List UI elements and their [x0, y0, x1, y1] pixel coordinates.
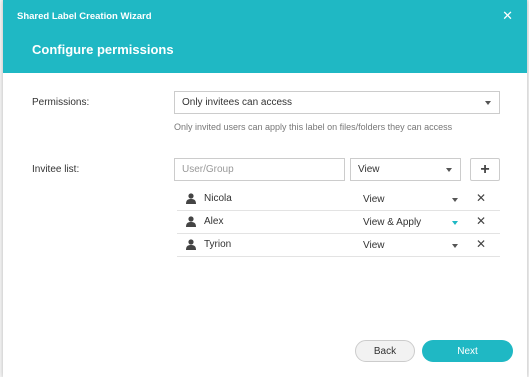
- invitee-row: Nicola View ✕: [177, 187, 500, 211]
- chevron-down-icon[interactable]: [452, 221, 458, 225]
- invitee-name: Tyrion: [204, 239, 232, 250]
- dialog-title: Shared Label Creation Wizard: [17, 11, 152, 22]
- next-button[interactable]: Next: [422, 340, 513, 362]
- permissions-hint: Only invited users can apply this label …: [174, 122, 453, 132]
- invitee-list-label: Invitee list:: [32, 164, 80, 175]
- close-icon[interactable]: ✕: [502, 8, 513, 24]
- invitee-row: Alex View & Apply ✕: [177, 210, 500, 234]
- user-group-input[interactable]: User/Group: [174, 158, 345, 181]
- wizard-dialog: Shared Label Creation Wizard ✕ Configure…: [3, 0, 527, 377]
- invitee-name: Alex: [204, 216, 224, 227]
- user-icon: [186, 193, 196, 204]
- remove-icon[interactable]: ✕: [476, 237, 486, 251]
- chevron-down-icon[interactable]: [452, 198, 458, 202]
- dialog-header: Shared Label Creation Wizard ✕ Configure…: [3, 0, 527, 73]
- permissions-select[interactable]: Only invitees can access: [174, 91, 500, 114]
- user-icon: [186, 239, 196, 250]
- remove-icon[interactable]: ✕: [476, 214, 486, 228]
- user-icon: [186, 216, 196, 227]
- permissions-selected-value: Only invitees can access: [182, 97, 293, 108]
- add-invitee-button[interactable]: +: [470, 158, 500, 181]
- chevron-down-icon: [485, 100, 491, 105]
- permissions-label: Permissions:: [32, 97, 90, 108]
- remove-icon[interactable]: ✕: [476, 191, 486, 205]
- step-title: Configure permissions: [32, 42, 174, 57]
- back-button[interactable]: Back: [355, 340, 415, 362]
- invitee-name: Nicola: [204, 193, 232, 204]
- invitee-permission[interactable]: View: [363, 240, 385, 251]
- new-invitee-permission-select[interactable]: View: [350, 158, 461, 181]
- chevron-down-icon[interactable]: [452, 244, 458, 248]
- new-invitee-permission-value: View: [358, 164, 380, 175]
- user-group-placeholder: User/Group: [182, 164, 234, 175]
- invitee-permission[interactable]: View & Apply: [363, 217, 421, 228]
- plus-icon: +: [480, 160, 490, 178]
- invitee-permission[interactable]: View: [363, 194, 385, 205]
- invitee-row: Tyrion View ✕: [177, 233, 500, 257]
- chevron-down-icon: [446, 167, 452, 172]
